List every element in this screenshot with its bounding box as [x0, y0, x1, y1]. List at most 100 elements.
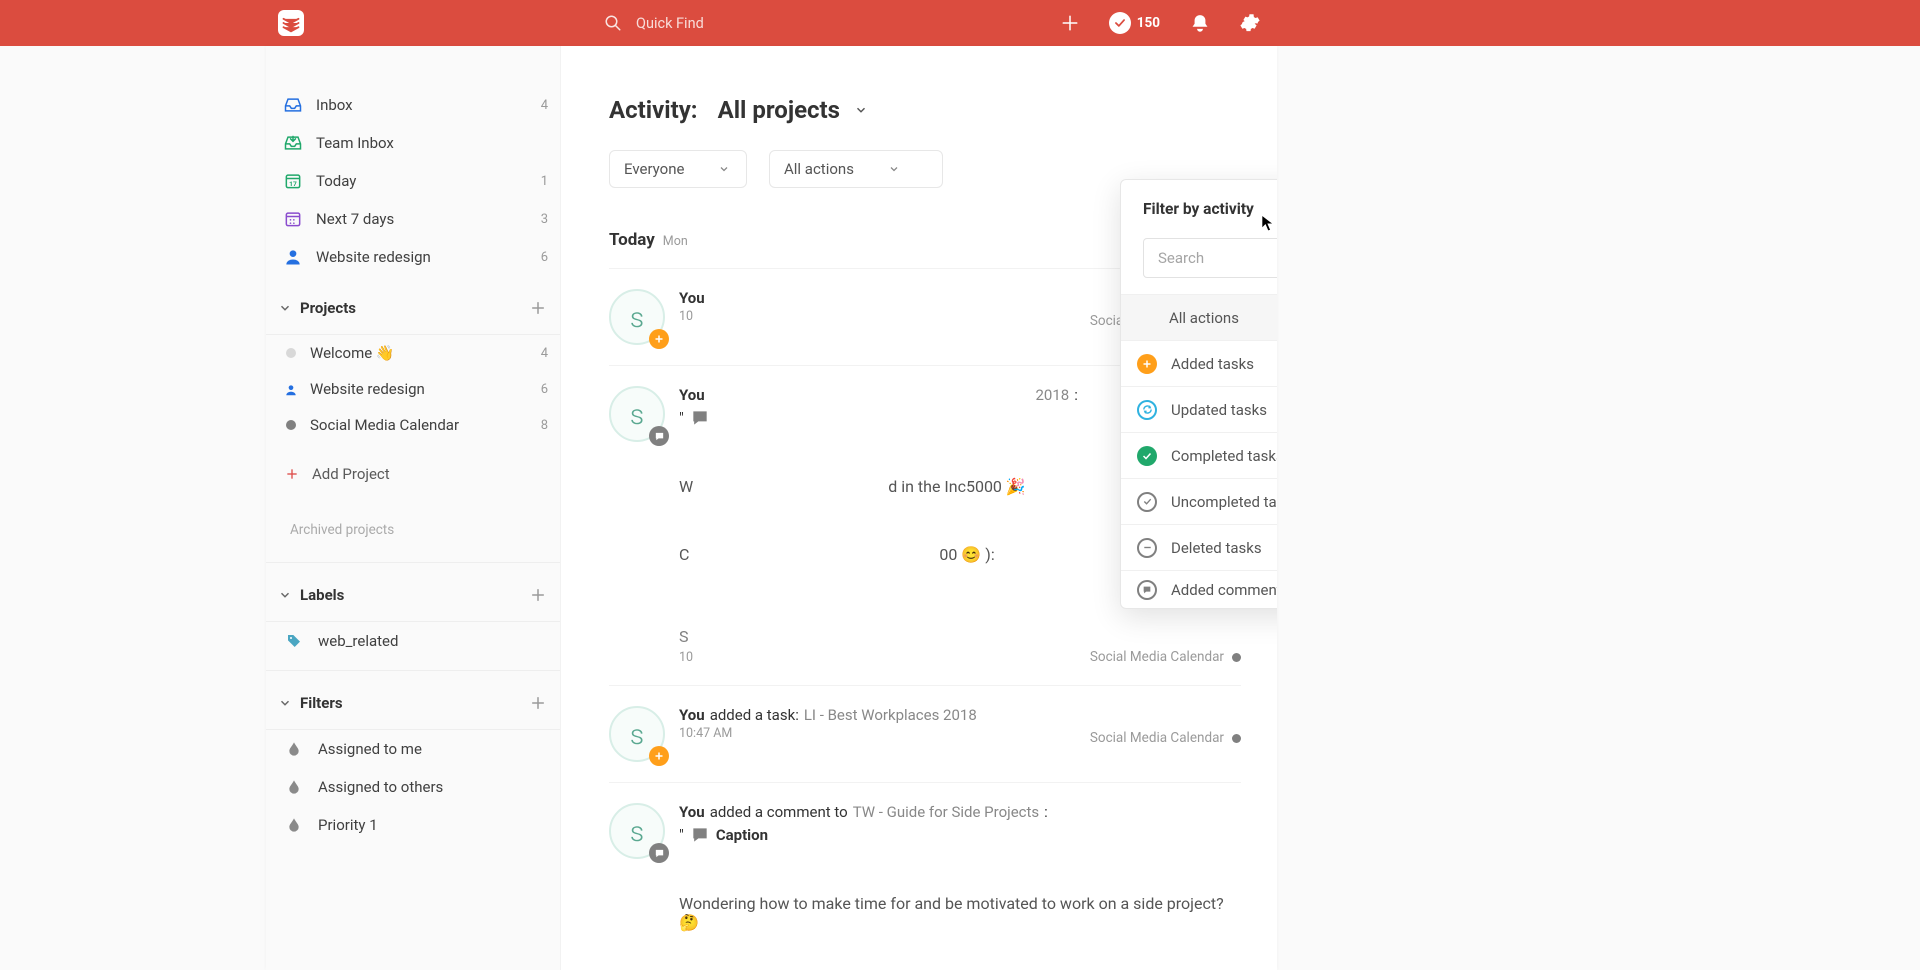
popover-item-added-comments[interactable]: Added comments	[1121, 570, 1277, 608]
activity-title-selector[interactable]: Activity: All projects	[609, 96, 1241, 124]
add-filter-icon[interactable]	[528, 693, 548, 713]
activity-title-prefix: Activity:	[609, 96, 698, 124]
projects-section-header[interactable]: Projects	[266, 290, 560, 326]
archived-label: Archived projects	[290, 522, 394, 538]
filters-title: Filters	[300, 694, 520, 712]
popover-item-added-tasks[interactable]: Added tasks	[1121, 340, 1277, 386]
drop-icon	[286, 741, 302, 757]
open-quote: "	[679, 409, 684, 427]
sidebar-item-shared-website[interactable]: Website redesign 6	[266, 238, 560, 276]
search-wrap	[604, 14, 856, 32]
project-item-smc[interactable]: Social Media Calendar 8	[266, 407, 560, 443]
inbox-label: Inbox	[316, 96, 525, 114]
event-who: You	[679, 289, 705, 307]
check-circle-icon	[1109, 12, 1131, 34]
open-quote: "	[679, 826, 684, 844]
popover-item-all-actions[interactable]: All actions	[1121, 294, 1277, 340]
refresh-circle-icon	[1137, 400, 1157, 420]
drop-icon	[286, 817, 302, 833]
project-welcome-count: 4	[541, 346, 548, 361]
comment-badge-icon	[649, 843, 669, 863]
event-body: You added a comment to TW - Guide for Si…	[679, 803, 1241, 970]
activity-event[interactable]: s You added a task: LI - Best Workplaces…	[609, 685, 1241, 782]
popover-item-deleted-tasks[interactable]: Deleted tasks	[1121, 524, 1277, 570]
filter-item-assigned-others[interactable]: Assigned to others	[266, 768, 560, 806]
search-icon	[604, 14, 622, 32]
comment-first-line: " Caption	[679, 825, 1241, 845]
label-item-web-related[interactable]: web_related	[266, 622, 560, 660]
filter-everyone-select[interactable]: Everyone	[609, 150, 747, 188]
label-web-related: web_related	[318, 632, 398, 650]
sidebar-item-today[interactable]: 17 Today 1	[266, 162, 560, 200]
plus-circle-icon	[1137, 354, 1157, 374]
archived-projects-row[interactable]: Archived projects	[266, 507, 560, 550]
sidebar-item-next-7-days[interactable]: Next 7 days 3	[266, 200, 560, 238]
comment-first-line: "	[679, 408, 1078, 428]
day-sub: Mon	[663, 234, 688, 249]
app-logo[interactable]	[278, 10, 304, 36]
popover-title: Filter by activity	[1143, 200, 1254, 218]
drop-icon	[286, 779, 302, 795]
sidebar-item-team-inbox[interactable]: Team Inbox	[266, 124, 560, 162]
event-project-tag[interactable]: Social Media Calendar	[1078, 649, 1241, 665]
popover-item-uncompleted-tasks[interactable]: Uncompleted tasks	[1121, 478, 1277, 524]
project-color-dot	[286, 420, 296, 430]
project-item-website[interactable]: Website redesign 6	[266, 371, 560, 407]
project-website-label: Website redesign	[310, 380, 527, 398]
next7-count: 3	[541, 212, 548, 227]
today-label: Today	[316, 172, 525, 190]
event-time: 10:47 AM	[679, 726, 1078, 741]
see-more[interactable]: S	[679, 627, 1078, 646]
search-input[interactable]	[636, 15, 856, 32]
event-task: TW - Guide for Side Projects	[853, 803, 1039, 821]
filter-item-assigned-me[interactable]: Assigned to me	[266, 730, 560, 768]
comment-caption: Caption	[716, 826, 768, 844]
sidebar: Inbox 4 Team Inbox 17 Today 1 Next 7 day…	[266, 46, 561, 970]
project-website-count: 6	[541, 382, 548, 397]
person-icon	[284, 382, 298, 396]
chevron-down-icon	[278, 588, 292, 602]
speech-bubble-icon	[690, 408, 710, 428]
filter-item-priority1[interactable]: Priority 1	[266, 806, 560, 844]
notifications-icon[interactable]	[1190, 13, 1210, 33]
add-task-icon[interactable]	[1061, 14, 1079, 32]
next7-label: Next 7 days	[316, 210, 525, 228]
top-bar: 150	[0, 0, 1920, 46]
popover-item-label: Added comments	[1171, 581, 1277, 599]
popover-item-updated-tasks[interactable]: Updated tasks	[1121, 386, 1277, 432]
add-project-icon[interactable]	[528, 298, 548, 318]
filter-actions-select[interactable]: All actions	[769, 150, 943, 188]
sidebar-item-inbox[interactable]: Inbox 4	[266, 86, 560, 124]
shared-website-count: 6	[541, 250, 548, 265]
add-project-row[interactable]: Add Project	[266, 455, 560, 493]
popover-search-input[interactable]	[1143, 238, 1277, 278]
add-label-icon[interactable]	[528, 585, 548, 605]
event-who: You	[679, 386, 705, 404]
filter-by-activity-popover: Filter by activity All actions Added tas…	[1120, 179, 1277, 609]
project-welcome-label: Welcome 👋	[310, 344, 527, 362]
event-project-tag[interactable]: Social Media Calendar	[1078, 706, 1241, 746]
filter-assigned-others-label: Assigned to others	[318, 778, 443, 796]
inbox-count: 4	[541, 98, 548, 113]
settings-icon[interactable]	[1240, 13, 1260, 33]
filter-assigned-me-label: Assigned to me	[318, 740, 422, 758]
filters-section-header[interactable]: Filters	[266, 685, 560, 721]
project-item-welcome[interactable]: Welcome 👋 4	[266, 335, 560, 371]
team-inbox-label: Team Inbox	[316, 134, 548, 152]
event-avatar-wrap: s	[609, 706, 665, 762]
activity-title-project: All projects	[718, 96, 840, 124]
popover-item-completed-tasks[interactable]: Completed tasks	[1121, 432, 1277, 478]
event-verb: added a task:	[710, 706, 799, 724]
event-time: 10	[679, 650, 1078, 665]
activity-event[interactable]: s You added a comment to TW - Guide for …	[609, 782, 1241, 970]
today-icon: 17	[282, 170, 304, 192]
productivity-score[interactable]: 150	[1109, 12, 1160, 34]
event-avatar-wrap: s	[609, 803, 665, 859]
event-project-name: Social Media Calendar	[1090, 730, 1224, 746]
popover-header: Filter by activity	[1121, 180, 1277, 230]
chevron-down-icon	[888, 163, 900, 175]
event-time: 10	[679, 309, 1078, 324]
check-circle-icon	[1137, 446, 1157, 466]
popover-item-label: Updated tasks	[1171, 401, 1267, 419]
labels-section-header[interactable]: Labels	[266, 577, 560, 613]
